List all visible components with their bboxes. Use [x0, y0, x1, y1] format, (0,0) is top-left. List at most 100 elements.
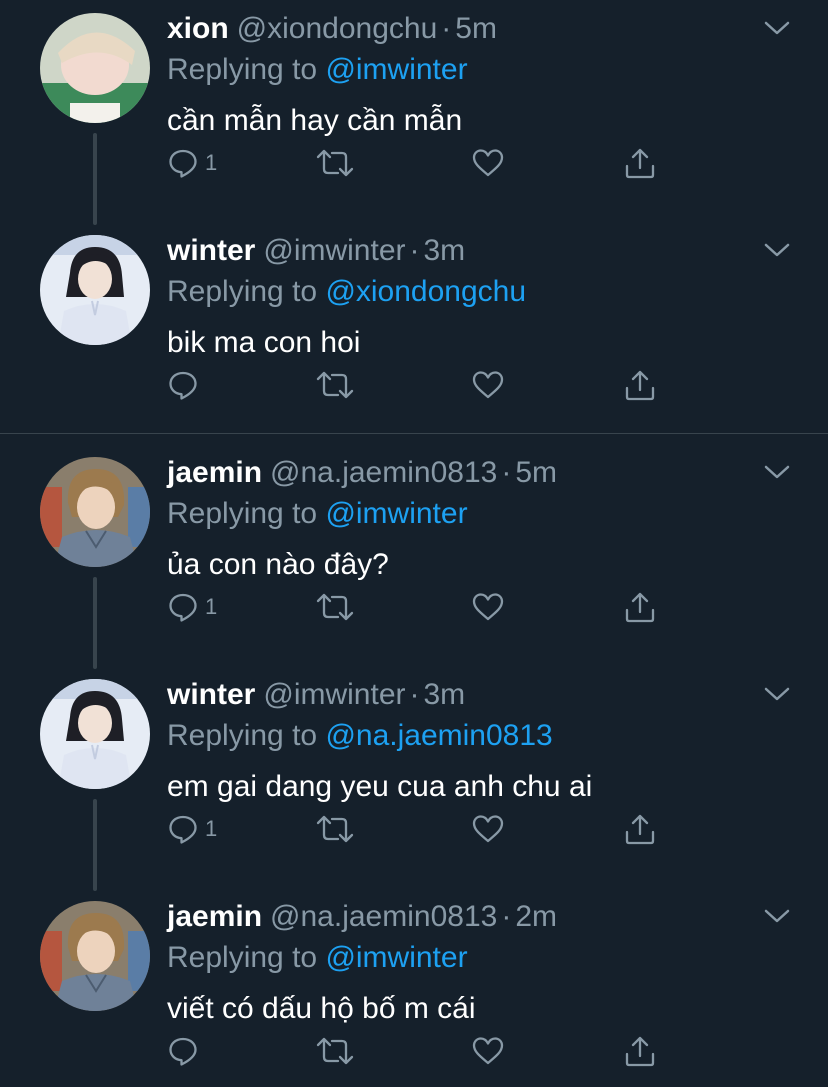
retweet-button[interactable] — [315, 143, 355, 183]
tweet-header: xion @xiondongchu · 5m — [167, 12, 497, 46]
user-handle[interactable]: @na.jaemin0813 — [270, 900, 497, 933]
like-button[interactable] — [471, 143, 505, 183]
replying-to-line: Replying to @imwinter — [167, 53, 468, 87]
separator-dot: · — [441, 12, 452, 45]
like-button[interactable] — [471, 809, 505, 849]
thread-line — [93, 799, 97, 891]
like-button[interactable] — [471, 365, 505, 405]
chevron-down-icon[interactable] — [762, 460, 792, 484]
replying-to-label: Replying to — [167, 941, 318, 974]
timestamp[interactable]: 3m — [424, 234, 466, 267]
avatar[interactable] — [40, 235, 150, 345]
replying-to-label: Replying to — [167, 53, 318, 86]
tweet-item[interactable]: winter @imwinter · 3m Replying to @xiondong… — [0, 222, 828, 433]
share-button[interactable] — [623, 587, 657, 627]
display-name[interactable]: xion — [167, 12, 229, 45]
share-icon — [625, 1036, 655, 1067]
reply-button[interactable]: 1 — [167, 587, 217, 627]
like-button[interactable] — [471, 587, 505, 627]
heart-icon — [472, 149, 504, 177]
tweet-header: winter @imwinter · 3m — [167, 678, 465, 712]
timestamp[interactable]: 2m — [515, 900, 557, 933]
tweet-actions — [167, 365, 667, 405]
tweet-text: ủa con nào đây? — [167, 548, 389, 581]
retweet-button[interactable] — [315, 587, 355, 627]
tweet-text: bik ma con hoi — [167, 326, 361, 359]
replying-to-label: Replying to — [167, 497, 318, 530]
separator-dot: · — [501, 456, 512, 489]
retweet-icon — [316, 149, 354, 177]
reply-icon — [169, 593, 197, 622]
mention-link[interactable]: @imwinter — [325, 53, 467, 86]
share-icon — [625, 148, 655, 179]
reply-button[interactable] — [167, 365, 205, 405]
heart-icon — [472, 1037, 504, 1065]
reply-icon — [169, 1037, 197, 1066]
display-name[interactable]: winter — [167, 234, 255, 267]
thread-line — [93, 133, 97, 225]
mention-link[interactable]: @imwinter — [325, 941, 467, 974]
reply-button[interactable]: 1 — [167, 809, 217, 849]
share-icon — [625, 592, 655, 623]
mention-link[interactable]: @na.jaemin0813 — [325, 719, 552, 752]
avatar[interactable] — [40, 13, 150, 123]
replying-to-line: Replying to @imwinter — [167, 941, 468, 975]
timestamp[interactable]: 5m — [515, 456, 557, 489]
tweet-text: em gai dang yeu cua anh chu ai — [167, 770, 593, 803]
chevron-down-icon[interactable] — [762, 16, 792, 40]
replying-to-label: Replying to — [167, 719, 318, 752]
share-icon — [625, 370, 655, 401]
reply-icon — [169, 371, 197, 400]
chevron-down-icon[interactable] — [762, 238, 792, 262]
retweet-icon — [316, 593, 354, 621]
chevron-down-icon[interactable] — [762, 682, 792, 706]
retweet-button[interactable] — [315, 809, 355, 849]
tweet-actions — [167, 1031, 667, 1071]
avatar[interactable] — [40, 901, 150, 1011]
retweet-icon — [316, 1037, 354, 1065]
timestamp[interactable]: 5m — [455, 12, 497, 45]
tweet-item[interactable]: jaemin @na.jaemin0813 · 2m Replying to @imw… — [0, 888, 828, 1087]
user-handle[interactable]: @imwinter — [263, 234, 405, 267]
display-name[interactable]: jaemin — [167, 456, 262, 489]
separator-dot: · — [409, 234, 420, 267]
share-button[interactable] — [623, 1031, 657, 1071]
share-button[interactable] — [623, 809, 657, 849]
tweet-header: jaemin @na.jaemin0813 · 5m — [167, 456, 557, 490]
tweet-item[interactable]: jaemin @na.jaemin0813 · 5m Replying to @imw… — [0, 444, 828, 669]
chevron-down-icon[interactable] — [762, 904, 792, 928]
share-button[interactable] — [623, 143, 657, 183]
user-handle[interactable]: @xiondongchu — [237, 12, 438, 45]
tweet-actions: 1 — [167, 809, 667, 849]
like-button[interactable] — [471, 1031, 505, 1071]
share-icon — [625, 814, 655, 845]
mention-link[interactable]: @imwinter — [325, 497, 467, 530]
avatar[interactable] — [40, 457, 150, 567]
tweet-actions: 1 — [167, 143, 667, 183]
reply-button[interactable]: 1 — [167, 143, 217, 183]
retweet-icon — [316, 371, 354, 399]
display-name[interactable]: winter — [167, 678, 255, 711]
replying-to-label: Replying to — [167, 275, 318, 308]
tweet-item[interactable]: winter @imwinter · 3m Replying to @na.jaemi… — [0, 666, 828, 891]
thread-divider — [0, 433, 828, 434]
reply-icon — [169, 149, 197, 178]
retweet-button[interactable] — [315, 1031, 355, 1071]
user-handle[interactable]: @imwinter — [263, 678, 405, 711]
thread-line — [93, 577, 97, 669]
display-name[interactable]: jaemin — [167, 900, 262, 933]
tweet-actions: 1 — [167, 587, 667, 627]
separator-dot: · — [409, 678, 420, 711]
replying-to-line: Replying to @xiondongchu — [167, 275, 526, 309]
timestamp[interactable]: 3m — [424, 678, 466, 711]
tweet-item[interactable]: xion @xiondongchu · 5m Replying to @imwinte… — [0, 0, 828, 225]
separator-dot: · — [501, 900, 512, 933]
avatar[interactable] — [40, 679, 150, 789]
user-handle[interactable]: @na.jaemin0813 — [270, 456, 497, 489]
reply-button[interactable] — [167, 1031, 205, 1071]
tweet-text: cần mẫn hay cần mẫn — [167, 104, 463, 137]
share-button[interactable] — [623, 365, 657, 405]
retweet-button[interactable] — [315, 365, 355, 405]
reply-count: 1 — [205, 150, 218, 175]
mention-link[interactable]: @xiondongchu — [325, 275, 526, 308]
